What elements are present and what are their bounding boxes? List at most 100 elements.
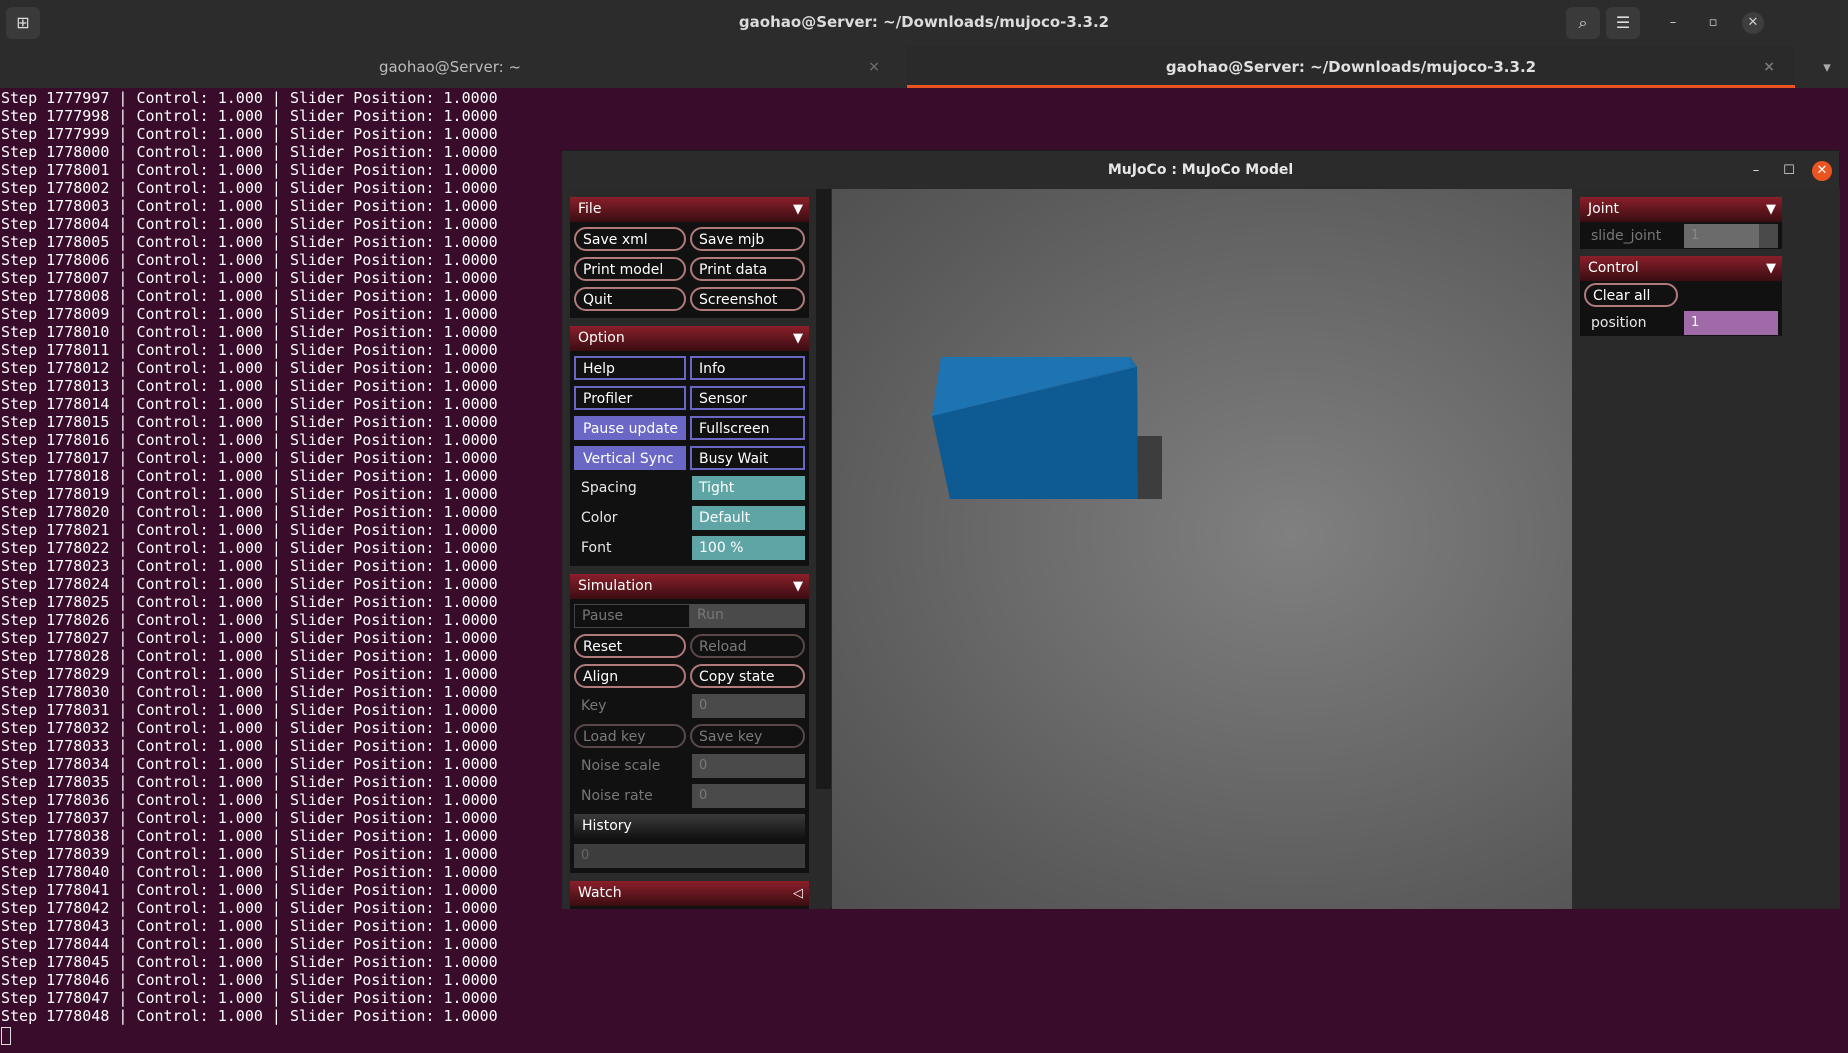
terminal-line: Step 1778047 | Control: 1.000 | Slider P… bbox=[1, 989, 498, 1007]
busy-wait-toggle[interactable]: Busy Wait bbox=[690, 446, 805, 470]
terminal-titlebar: ⊞ gaohao@Server: ~/Downloads/mujoco-3.3.… bbox=[0, 0, 1848, 46]
minimize-icon[interactable]: – bbox=[1662, 12, 1684, 34]
option-section-header[interactable]: Option ▼ bbox=[570, 326, 809, 351]
color-select[interactable]: Default bbox=[692, 506, 805, 530]
terminal-line: Step 1778027 | Control: 1.000 | Slider P… bbox=[1, 629, 498, 647]
left-panel-scrollbar-thumb[interactable] bbox=[816, 189, 831, 789]
reload-button[interactable]: Reload bbox=[690, 634, 805, 658]
spacing-select[interactable]: Tight bbox=[692, 476, 805, 500]
save-xml-button[interactable]: Save xml bbox=[574, 227, 686, 251]
collapse-arrow-icon: ▼ bbox=[793, 331, 803, 346]
help-toggle[interactable]: Help bbox=[574, 356, 686, 380]
clear-all-button[interactable]: Clear all bbox=[1584, 283, 1678, 307]
control-section-header[interactable]: Control ▼ bbox=[1580, 256, 1782, 281]
terminal-line: Step 1778031 | Control: 1.000 | Slider P… bbox=[1, 701, 498, 719]
joint-section: Joint ▼ slide_joint 1 bbox=[1580, 197, 1782, 249]
watch-section: Watch ◁ bbox=[570, 881, 809, 909]
tab-close-icon[interactable]: × bbox=[1763, 46, 1775, 88]
section-title: Option bbox=[578, 330, 625, 346]
terminal-line: Step 1778034 | Control: 1.000 | Slider P… bbox=[1, 755, 498, 773]
mujoco-window: MuJoCo : MuJoCo Model – ☐ ✕ File ▼ Save … bbox=[561, 150, 1840, 909]
tab-dropdown-icon[interactable]: ▾ bbox=[1812, 46, 1842, 88]
terminal-line: Step 1778007 | Control: 1.000 | Slider P… bbox=[1, 269, 498, 287]
terminal-line: Step 1778048 | Control: 1.000 | Slider P… bbox=[1, 1007, 498, 1025]
terminal-line: Step 1778032 | Control: 1.000 | Slider P… bbox=[1, 719, 498, 737]
sensor-toggle[interactable]: Sensor bbox=[690, 386, 805, 410]
quit-button[interactable]: Quit bbox=[574, 287, 686, 311]
3d-viewport[interactable] bbox=[832, 189, 1572, 909]
screenshot-button[interactable]: Screenshot bbox=[690, 287, 805, 311]
search-icon[interactable]: ⌕ bbox=[1566, 7, 1600, 39]
history-subsection: History bbox=[574, 814, 805, 839]
fullscreen-toggle[interactable]: Fullscreen bbox=[690, 416, 805, 440]
noise-scale-label: Noise scale bbox=[581, 758, 661, 774]
watch-section-header[interactable]: Watch ◁ bbox=[570, 881, 809, 906]
tab-close-icon[interactable]: × bbox=[868, 46, 880, 88]
run-radio[interactable]: Run bbox=[690, 604, 805, 628]
terminal-line: Step 1778029 | Control: 1.000 | Slider P… bbox=[1, 665, 498, 683]
joint-name-label: slide_joint bbox=[1591, 228, 1662, 244]
info-toggle[interactable]: Info bbox=[690, 356, 805, 380]
collapse-arrow-icon: ▼ bbox=[793, 202, 803, 217]
terminal-line: Step 1778014 | Control: 1.000 | Slider P… bbox=[1, 395, 498, 413]
terminal-line: Step 1778000 | Control: 1.000 | Slider P… bbox=[1, 143, 498, 161]
section-title: Control bbox=[1588, 260, 1639, 276]
terminal-line: Step 1778011 | Control: 1.000 | Slider P… bbox=[1, 341, 498, 359]
slide-joint-slider[interactable]: 1 bbox=[1684, 224, 1778, 248]
maximize-icon[interactable]: ▫ bbox=[1702, 12, 1724, 34]
terminal-line: Step 1778013 | Control: 1.000 | Slider P… bbox=[1, 377, 498, 395]
terminal-line: Step 1778026 | Control: 1.000 | Slider P… bbox=[1, 611, 498, 629]
terminal-line: Step 1778020 | Control: 1.000 | Slider P… bbox=[1, 503, 498, 521]
pause-radio[interactable]: Pause bbox=[574, 604, 690, 628]
terminal-line: Step 1778008 | Control: 1.000 | Slider P… bbox=[1, 287, 498, 305]
profiler-toggle[interactable]: Profiler bbox=[574, 386, 686, 410]
close-icon[interactable]: ✕ bbox=[1742, 12, 1764, 34]
collapse-arrow-icon: ▼ bbox=[1766, 202, 1776, 217]
copy-state-button[interactable]: Copy state bbox=[690, 664, 805, 688]
simulation-section-header[interactable]: Simulation ▼ bbox=[570, 574, 809, 599]
close-icon[interactable]: ✕ bbox=[1812, 161, 1832, 181]
slider-value: 1 bbox=[1691, 228, 1700, 243]
file-section: File ▼ Save xml Save mjb Print model Pri… bbox=[570, 197, 809, 318]
reset-button[interactable]: Reset bbox=[574, 634, 686, 658]
joint-section-header[interactable]: Joint ▼ bbox=[1580, 197, 1782, 222]
position-control-slider[interactable]: 1 bbox=[1684, 311, 1778, 335]
section-title: File bbox=[578, 201, 602, 217]
section-title: Joint bbox=[1588, 201, 1619, 217]
control-section: Control ▼ Clear all position 1 bbox=[1580, 256, 1782, 336]
terminal-line: Step 1778025 | Control: 1.000 | Slider P… bbox=[1, 593, 498, 611]
tab-home[interactable]: gaohao@Server: ~ × bbox=[0, 46, 900, 88]
history-slider[interactable]: 0 bbox=[574, 844, 805, 868]
noise-rate-input[interactable]: 0 bbox=[692, 784, 805, 808]
noise-rate-label: Noise rate bbox=[581, 788, 653, 804]
hamburger-menu-icon[interactable]: ☰ bbox=[1606, 7, 1640, 39]
key-slider[interactable]: 0 bbox=[692, 694, 805, 718]
section-title: Watch bbox=[578, 885, 622, 901]
collapse-arrow-icon: ▼ bbox=[793, 579, 803, 594]
pause-update-toggle[interactable]: Pause update bbox=[574, 416, 686, 440]
font-select[interactable]: 100 % bbox=[692, 536, 805, 560]
file-section-header[interactable]: File ▼ bbox=[570, 197, 809, 222]
load-key-button[interactable]: Load key bbox=[574, 724, 686, 748]
terminal-line: Step 1778022 | Control: 1.000 | Slider P… bbox=[1, 539, 498, 557]
collapse-arrow-icon: ▼ bbox=[1766, 261, 1776, 276]
expand-arrow-icon: ◁ bbox=[793, 886, 803, 901]
option-section: Option ▼ Help Info Profiler Sensor Pause… bbox=[570, 326, 809, 566]
terminal-line: Step 1778030 | Control: 1.000 | Slider P… bbox=[1, 683, 498, 701]
print-model-button[interactable]: Print model bbox=[574, 257, 686, 281]
align-button[interactable]: Align bbox=[574, 664, 686, 688]
maximize-icon[interactable]: ☐ bbox=[1779, 161, 1799, 181]
minimize-icon[interactable]: – bbox=[1746, 161, 1766, 181]
save-key-button[interactable]: Save key bbox=[690, 724, 805, 748]
tab-mujoco[interactable]: gaohao@Server: ~/Downloads/mujoco-3.3.2 … bbox=[907, 46, 1795, 88]
terminal-line: Step 1778003 | Control: 1.000 | Slider P… bbox=[1, 197, 498, 215]
save-mjb-button[interactable]: Save mjb bbox=[690, 227, 805, 251]
terminal-line: Step 1778045 | Control: 1.000 | Slider P… bbox=[1, 953, 498, 971]
terminal-line: Step 1778015 | Control: 1.000 | Slider P… bbox=[1, 413, 498, 431]
terminal-line: Step 1778023 | Control: 1.000 | Slider P… bbox=[1, 557, 498, 575]
terminal-line: Step 1778038 | Control: 1.000 | Slider P… bbox=[1, 827, 498, 845]
terminal-line: Step 1778009 | Control: 1.000 | Slider P… bbox=[1, 305, 498, 323]
vertical-sync-toggle[interactable]: Vertical Sync bbox=[574, 446, 686, 470]
print-data-button[interactable]: Print data bbox=[690, 257, 805, 281]
noise-scale-input[interactable]: 0 bbox=[692, 754, 805, 778]
